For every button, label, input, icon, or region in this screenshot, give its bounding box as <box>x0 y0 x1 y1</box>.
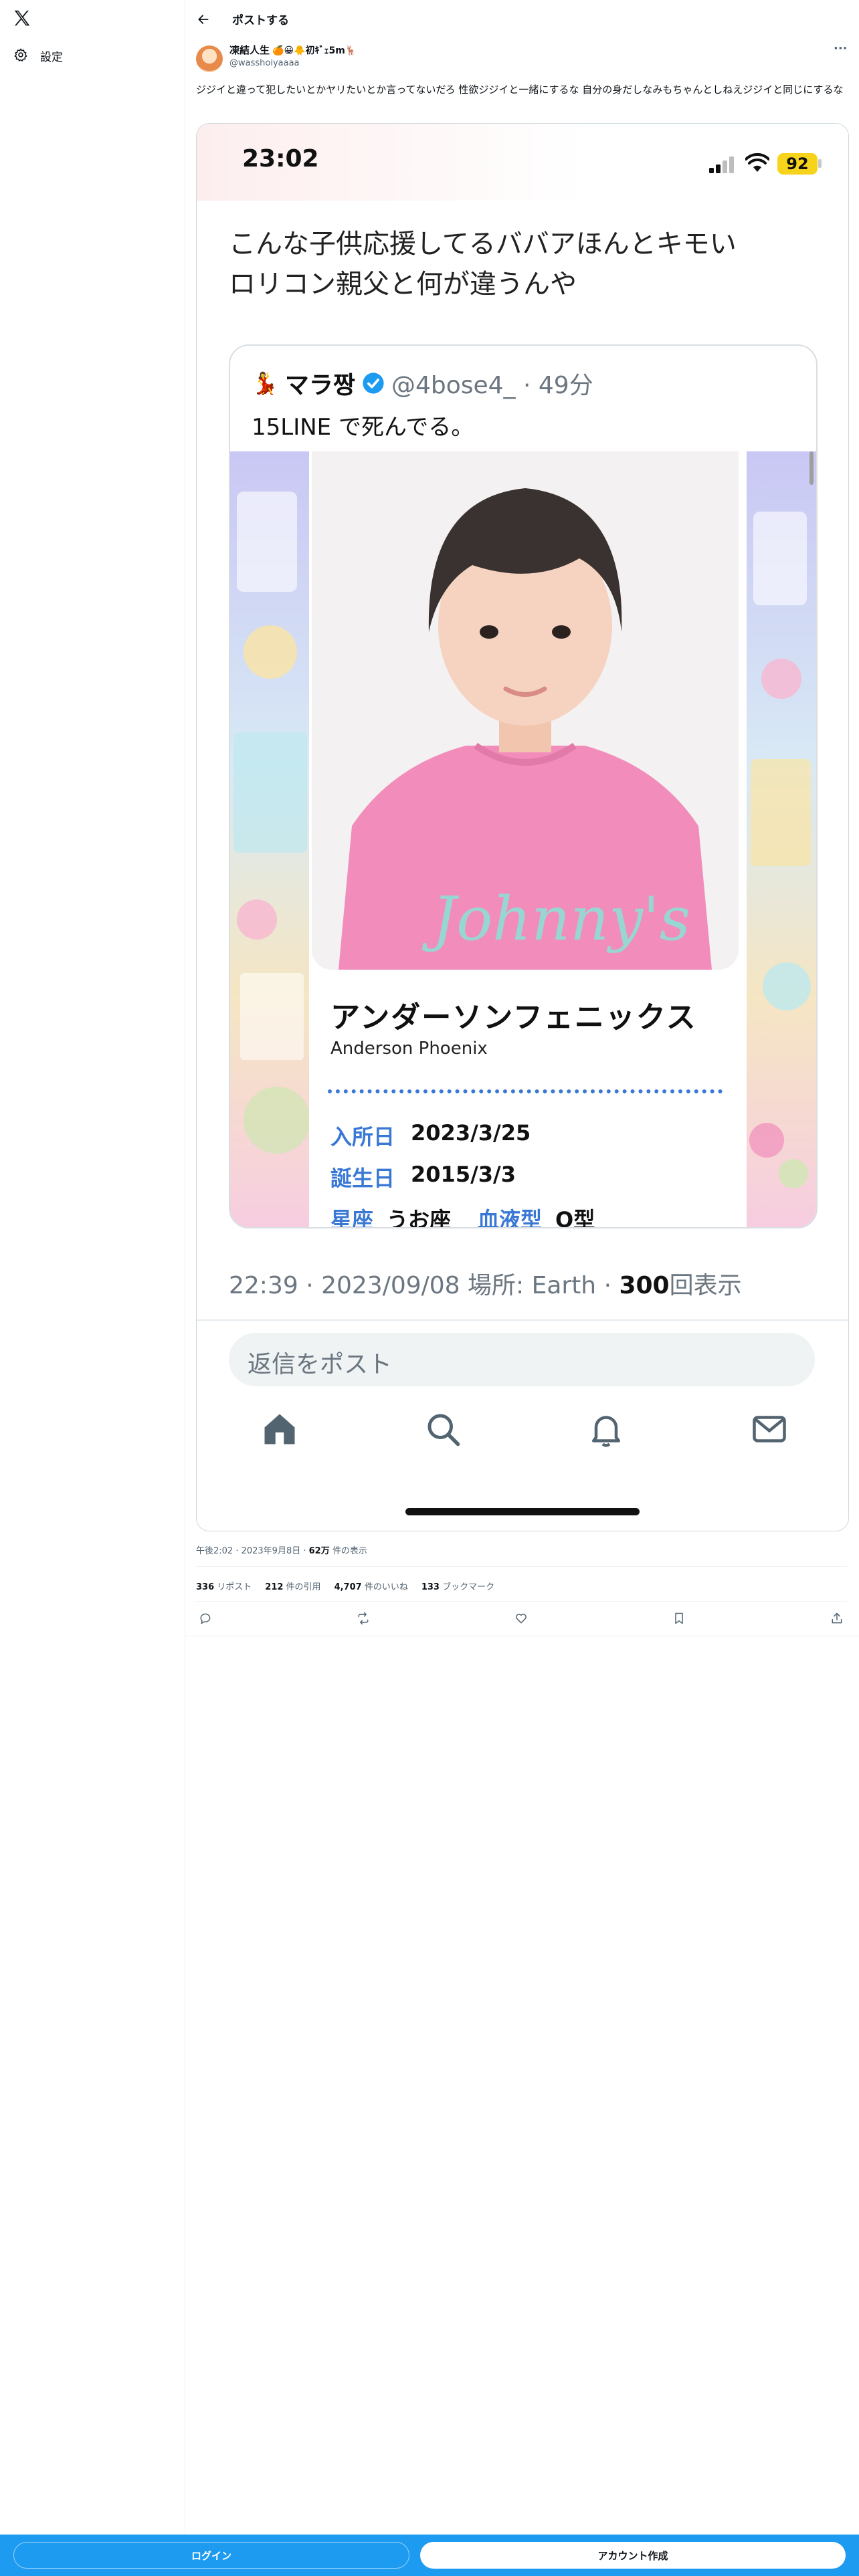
profile-row-join: 入所日 2023/3/25 <box>330 1120 531 1151</box>
screenshot-search-icon <box>423 1409 463 1449</box>
quoted-post-text: 15LINE で死んでる。 <box>252 414 474 441</box>
post-image[interactable]: 23:02 92 こんな子供応援してるババアほんとキモい ロリコン親父と何が違う… <box>196 123 849 1531</box>
battery-tip <box>818 159 822 168</box>
page-title: ポストする <box>232 14 289 27</box>
battery-level: 92 <box>786 154 809 173</box>
sign-label: 星座 <box>330 1207 374 1227</box>
screenshot-views-count: 300 <box>619 1272 670 1299</box>
post-timestamp[interactable]: 午後2:02 · 2023年9月8日 · <box>196 1546 309 1556</box>
repost-icon[interactable] <box>350 1605 377 1632</box>
join-value: 2023/3/25 <box>411 1120 531 1146</box>
x-logo-icon[interactable] <box>12 8 33 29</box>
post-views-label: 件の表示 <box>329 1546 367 1556</box>
birthday-label: 誕生日 <box>330 1166 395 1191</box>
avatar[interactable] <box>196 45 223 72</box>
screenshot-mail-icon <box>749 1409 789 1449</box>
stat-bookmarks[interactable]: 133 ブックマーク <box>421 1580 494 1592</box>
screenshot-divider <box>197 1319 848 1321</box>
quoted-author-handle: @4bose4_ · 49分 <box>391 372 593 399</box>
quoted-avatar-emoji: 💃 <box>252 370 278 396</box>
blood-value: O型 <box>555 1207 595 1227</box>
quoted-post-card: 💃 マラ짱 @4bose4_ · 49分 15LINE で死んでる。 Johnn… <box>229 344 818 1228</box>
screenshot-reply-placeholder: 返信をポスト <box>248 1351 393 1378</box>
stat-likes[interactable]: 4,707 件のいいね <box>335 1580 408 1592</box>
login-button[interactable]: ログイン <box>13 2542 409 2569</box>
blood-label: 血液型 <box>478 1207 543 1227</box>
wifi-icon <box>745 152 770 173</box>
stats-divider <box>196 1601 848 1602</box>
illustration-left <box>230 451 310 1227</box>
scrollbar <box>809 451 814 485</box>
more-options-icon[interactable]: ··· <box>834 41 848 56</box>
bookmark-icon[interactable] <box>666 1605 692 1632</box>
share-icon[interactable] <box>824 1605 850 1632</box>
page-header: ポストする <box>185 0 859 40</box>
screenshot-views-label: 回表示 <box>669 1272 742 1299</box>
post-views-count: 62万 <box>308 1546 330 1556</box>
screenshot-tweet-line-2: ロリコン親父と何が違うんや <box>229 269 577 300</box>
sidebar-item-settings[interactable]: 設定 <box>13 45 63 66</box>
quoted-image: Johnny's アンダーソンフェニックス Anderson Phoenix 入… <box>230 451 816 1227</box>
screenshot-home-icon <box>260 1409 300 1449</box>
stat-quotes[interactable]: 212 件の引用 <box>265 1580 320 1592</box>
signal-icon <box>709 156 736 173</box>
signup-button[interactable]: アカウント作成 <box>420 2542 846 2569</box>
back-arrow-icon[interactable] <box>192 8 215 31</box>
profile-row-sign: 星座 うお座 血液型 O型 <box>330 1203 595 1227</box>
stat-reposts[interactable]: 336 リポスト <box>196 1580 252 1592</box>
quoted-author-row: 💃 マラ짱 @4bose4_ · 49分 <box>252 366 593 401</box>
screenshot-tweet-line-1: こんな子供応援してるババアほんとキモい <box>229 229 737 259</box>
login-footer-bar: ログイン アカウント作成 <box>0 2535 859 2576</box>
home-indicator <box>405 1508 640 1515</box>
dotted-divider <box>328 1089 723 1093</box>
profile-name-jp: アンダーソンフェニックス <box>330 1000 697 1035</box>
tshirt-print: Johnny's <box>421 884 690 954</box>
profile-row-birthday: 誕生日 2015/3/3 <box>330 1162 516 1192</box>
gear-icon <box>13 47 29 64</box>
profile-name-en: Anderson Phoenix <box>330 1039 488 1059</box>
left-sidebar: 設定 <box>0 0 185 2576</box>
author-block: 凍結人生 🍊😀🐥初ｷﾞｪ5m🦌 @wasshoiyaaaa <box>229 43 818 68</box>
profile-card: Johnny's アンダーソンフェニックス Anderson Phoenix 入… <box>309 451 747 1227</box>
battery-icon: 92 <box>777 153 818 175</box>
post-meta: 午後2:02 · 2023年9月8日 · 62万 件の表示 <box>196 1543 367 1556</box>
join-label: 入所日 <box>330 1124 395 1150</box>
author-name[interactable]: 凍結人生 <box>229 43 270 57</box>
sidebar-item-settings-label: 設定 <box>40 50 63 64</box>
verified-badge-icon <box>362 372 385 395</box>
sign-value: うお座 <box>387 1207 452 1227</box>
birthday-value: 2015/3/3 <box>411 1162 516 1187</box>
screenshot-bell-icon <box>586 1409 626 1449</box>
screenshot-meta-text: 22:39 · 2023/09/08 場所: Earth · <box>229 1272 619 1299</box>
author-name-emoji: 🍊😀🐥初ｷﾞｪ5m🦌 <box>272 45 357 56</box>
status-bar: 23:02 92 <box>197 124 848 201</box>
screenshot-reply-box: 返信をポスト <box>229 1333 815 1386</box>
profile-photo: Johnny's <box>312 451 739 970</box>
quoted-author-name: マラ짱 <box>284 372 355 399</box>
post-stats: 336 リポスト 212 件の引用 4,707 件のいいね 133 ブックマーク <box>196 1580 494 1592</box>
reply-icon[interactable] <box>192 1605 219 1632</box>
status-clock: 23:02 <box>242 145 319 173</box>
meta-divider <box>196 1566 848 1567</box>
author-handle[interactable]: @wasshoiyaaaa <box>229 58 818 68</box>
screenshot-post-meta: 22:39 · 2023/09/08 場所: Earth · 300回表示 <box>229 1266 742 1301</box>
post-text: ジジイと違って犯したいとかヤリたいとか言ってないだろ 性欲ジジイと一緒にするな … <box>196 84 844 96</box>
illustration-right <box>747 451 816 1227</box>
like-icon[interactable] <box>508 1605 535 1632</box>
